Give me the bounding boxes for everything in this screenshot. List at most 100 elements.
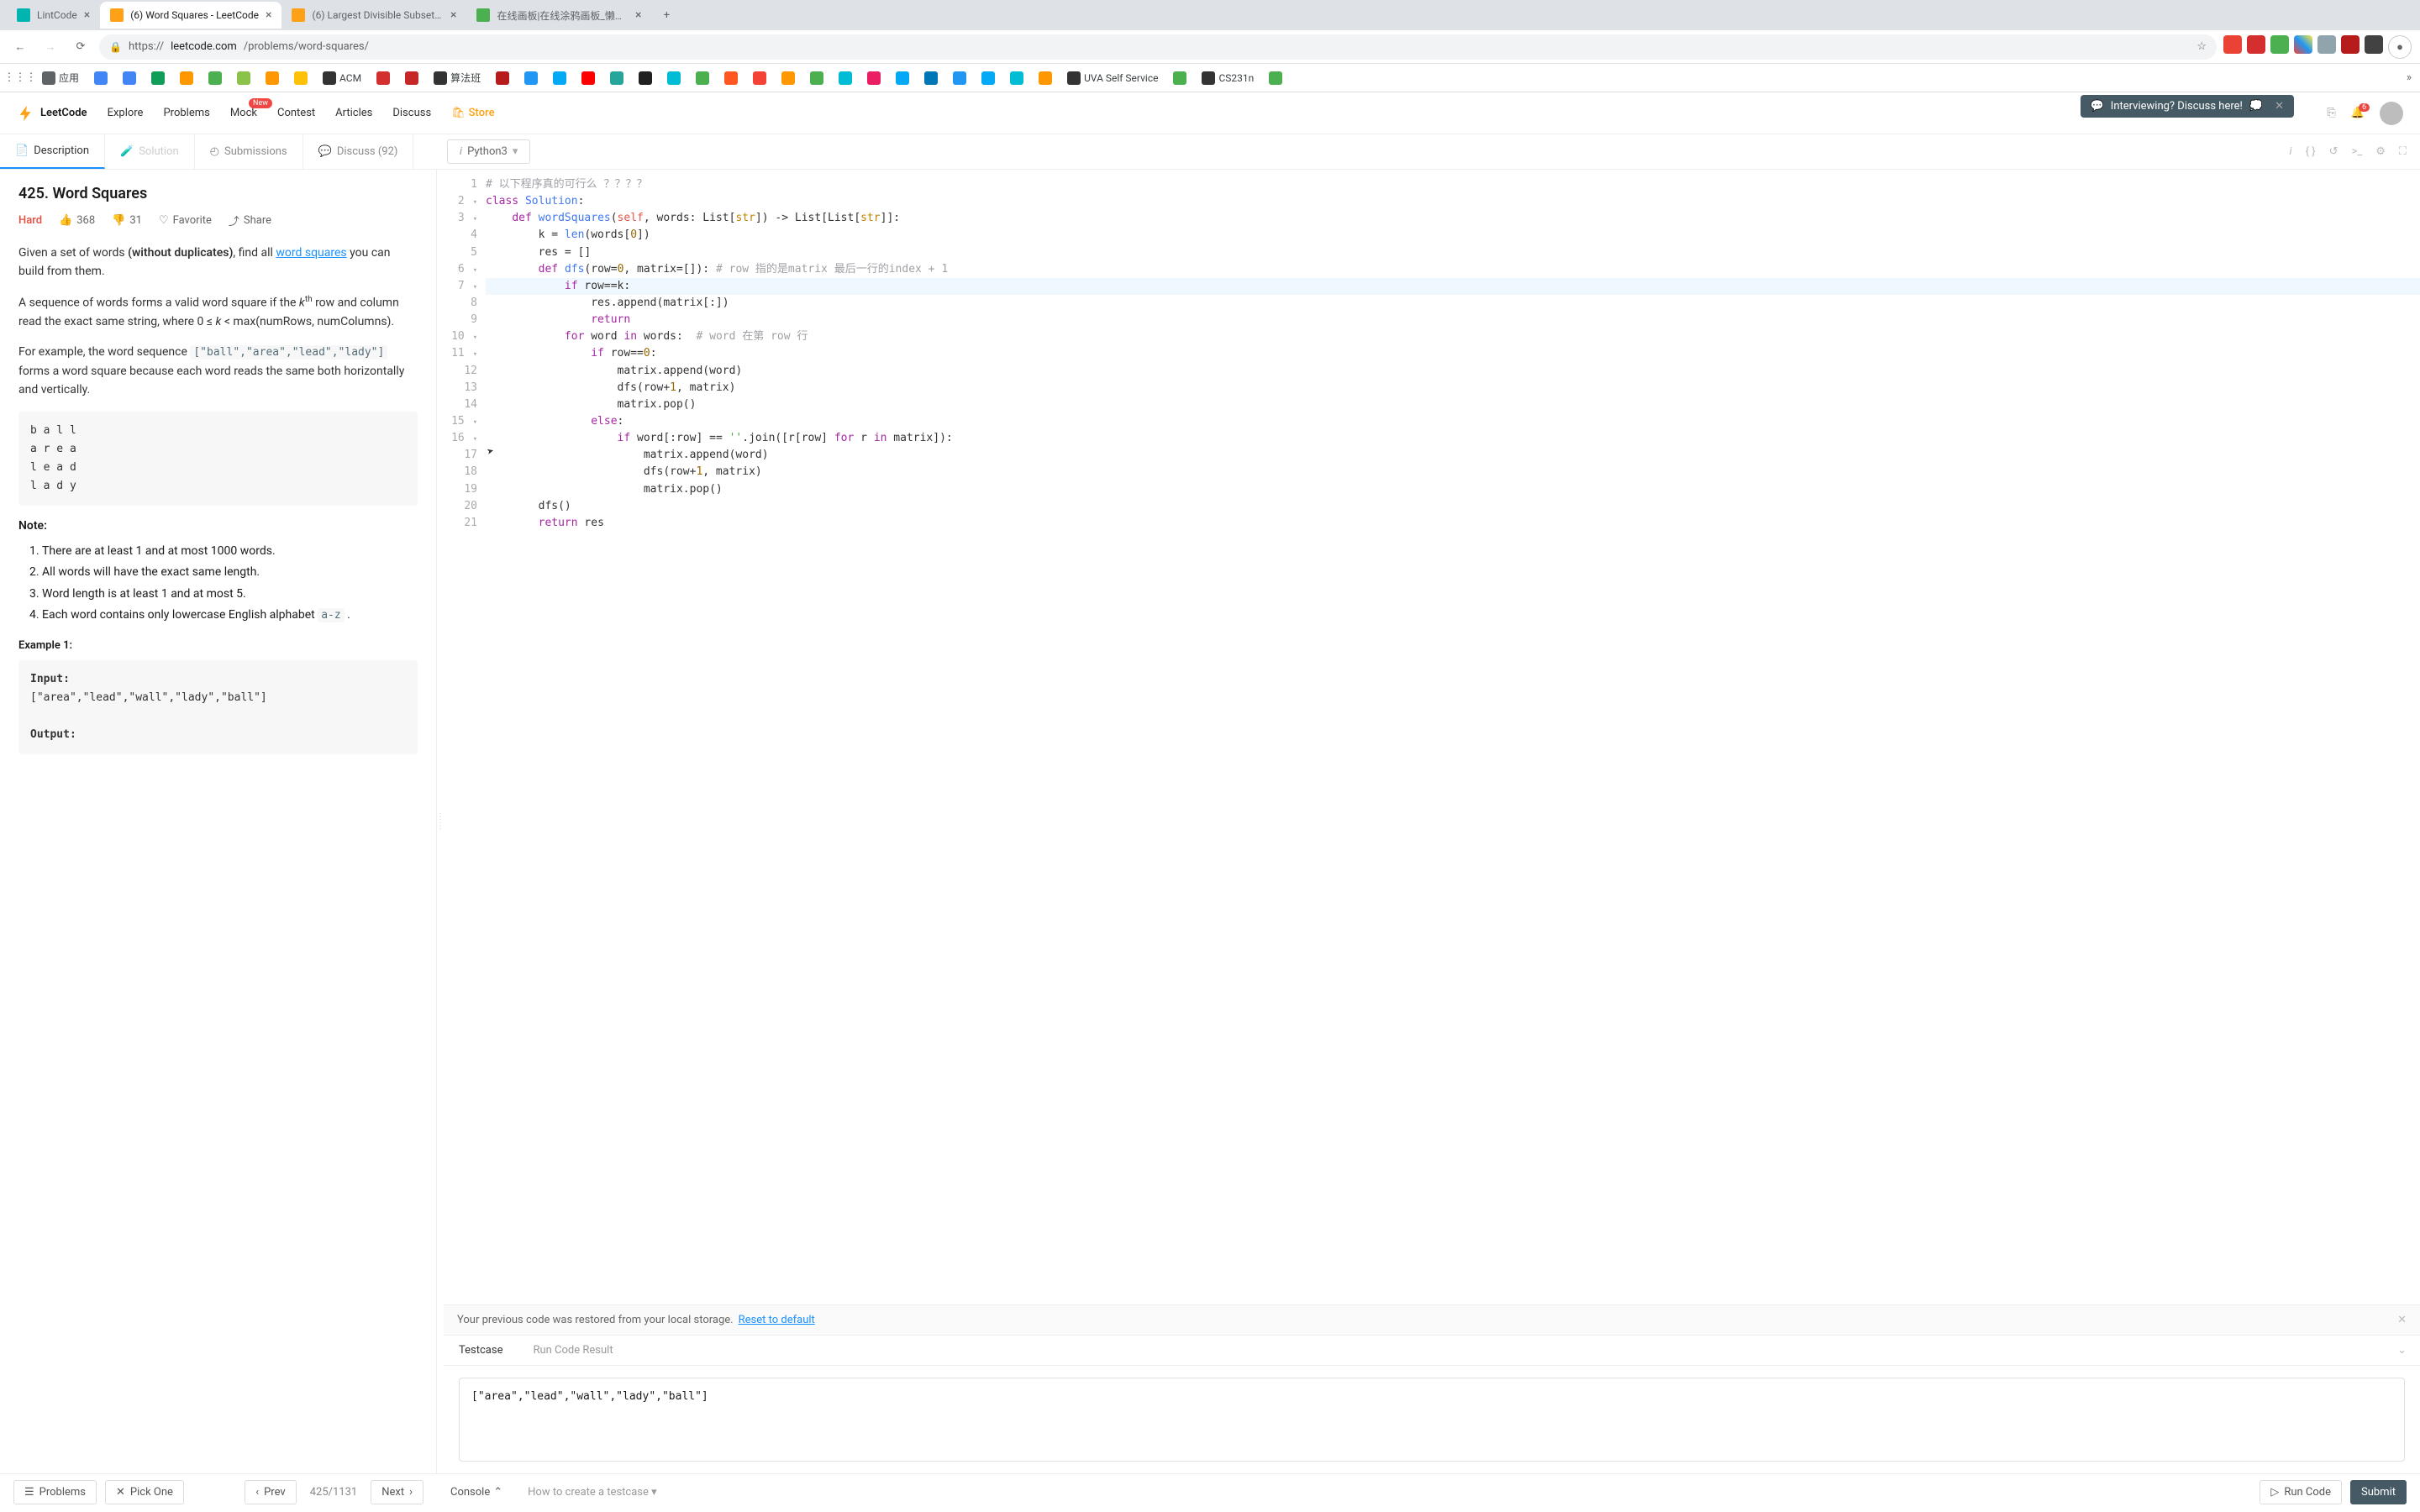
ext-icon[interactable]: [2341, 35, 2360, 54]
bookmark-item[interactable]: [576, 68, 600, 87]
ext-icon[interactable]: [2247, 35, 2265, 54]
bookmark-item[interactable]: [634, 68, 657, 87]
nav-articles[interactable]: Articles: [335, 107, 372, 119]
close-tab-icon[interactable]: ×: [266, 8, 271, 22]
word-squares-link[interactable]: word squares: [276, 246, 346, 260]
bookmark-item[interactable]: [175, 68, 198, 87]
ext-icon[interactable]: [2270, 35, 2289, 54]
run-result-tab[interactable]: Run Code Result: [518, 1336, 628, 1365]
language-selector[interactable]: i Python3 ▾: [447, 139, 530, 164]
apps-icon[interactable]: ⋮⋮⋮: [8, 66, 32, 90]
code-line[interactable]: k = len(words[0]): [486, 227, 2420, 244]
code-editor[interactable]: 12 ▾3 ▾456 ▾7 ▾8910 ▾11 ▾12131415 ▾16 ▾1…: [444, 170, 2420, 1305]
bookmark-item[interactable]: [691, 68, 714, 87]
bookmark-item[interactable]: 应用: [37, 68, 84, 87]
bookmark-item[interactable]: [805, 68, 829, 87]
howto-testcase-link[interactable]: How to create a testcase ▾: [528, 1486, 657, 1499]
code-line[interactable]: for word in words: # word 在第 row 行: [486, 328, 2420, 345]
undo-icon[interactable]: ↺: [2329, 145, 2338, 158]
bookmark-item[interactable]: [862, 68, 886, 87]
code-line[interactable]: def dfs(row=0, matrix=[]): # row 指的是matr…: [486, 261, 2420, 278]
run-code-button[interactable]: ▷Run Code: [2260, 1480, 2342, 1504]
nav-discuss[interactable]: Discuss: [392, 107, 431, 119]
tab-description[interactable]: 📄 Description: [0, 134, 105, 169]
close-tab-icon[interactable]: ×: [635, 8, 641, 22]
bookmark-item[interactable]: [891, 68, 914, 87]
code-line[interactable]: class Solution:: [486, 193, 2420, 210]
browser-tab[interactable]: (6) Largest Divisible Subset - L×: [281, 2, 466, 29]
bookmark-item[interactable]: [289, 68, 313, 87]
bookmark-item[interactable]: [976, 68, 1000, 87]
code-line[interactable]: return res: [486, 515, 2420, 532]
bookmark-item[interactable]: [1034, 68, 1057, 87]
testcase-tab[interactable]: Testcase: [444, 1336, 518, 1365]
problems-button[interactable]: ☰Problems: [13, 1480, 97, 1504]
bookmark-item[interactable]: [776, 68, 800, 87]
star-icon[interactable]: ☆: [2196, 40, 2207, 53]
code-line[interactable]: dfs(row+1, matrix): [486, 464, 2420, 480]
code-line[interactable]: if row==0:: [486, 345, 2420, 362]
browser-tab[interactable]: LintCode×: [7, 2, 100, 29]
bookmarks-overflow[interactable]: »: [2407, 71, 2412, 84]
nav-store[interactable]: 🛍Store: [451, 107, 494, 119]
bookmark-item[interactable]: [203, 68, 227, 87]
bookmark-item[interactable]: [232, 68, 255, 87]
close-banner-icon[interactable]: ✕: [2275, 100, 2284, 113]
ext-icon[interactable]: [2223, 35, 2242, 54]
forward-button[interactable]: →: [39, 35, 62, 59]
close-tab-icon[interactable]: ×: [84, 8, 90, 22]
collapse-results-icon[interactable]: ⌄: [2384, 1336, 2420, 1365]
ext-icon[interactable]: [2365, 35, 2383, 54]
close-tab-icon[interactable]: ×: [450, 8, 456, 22]
testcase-input[interactable]: ["area","lead","wall","lady","ball"]: [459, 1378, 2405, 1462]
bookmark-item[interactable]: [605, 68, 629, 87]
bookmark-item[interactable]: [834, 68, 857, 87]
bookmark-item[interactable]: UVA Self Service: [1062, 68, 1163, 87]
close-restore-icon[interactable]: ✕: [2397, 1314, 2407, 1326]
bookmark-item[interactable]: CS231n: [1197, 68, 1259, 87]
bookmark-item[interactable]: [1168, 68, 1192, 87]
browser-tab[interactable]: 在线画板|在线涂鸦画板_懒人程×: [466, 2, 651, 29]
reset-to-default-link[interactable]: Reset to default: [739, 1314, 815, 1326]
code-line[interactable]: res = []: [486, 244, 2420, 261]
notifications-icon[interactable]: 🔔6: [2351, 107, 2365, 119]
nav-explore[interactable]: Explore: [108, 107, 144, 119]
ext-icon[interactable]: [2317, 35, 2336, 54]
code-line[interactable]: # 以下程序真的可行么 ？？？？: [486, 176, 2420, 193]
bookmark-item[interactable]: [118, 68, 141, 87]
share-button[interactable]: ⤴Share: [229, 213, 271, 228]
bookmark-item[interactable]: [371, 68, 395, 87]
next-button[interactable]: Next›: [371, 1480, 424, 1504]
profile-icon[interactable]: ●: [2388, 35, 2412, 59]
settings-icon[interactable]: ⚙: [2375, 145, 2386, 158]
tab-discuss[interactable]: 💬 Discuss (92): [303, 134, 414, 169]
user-avatar[interactable]: [2380, 102, 2403, 125]
notes-icon[interactable]: i: [2290, 145, 2292, 158]
bookmark-item[interactable]: [519, 68, 543, 87]
ext-icon[interactable]: [2294, 35, 2312, 54]
interview-banner[interactable]: 💬 Interviewing? Discuss here! 💭 ✕: [2081, 95, 2294, 118]
like-button[interactable]: 👍368: [59, 214, 95, 227]
browser-tab[interactable]: (6) Word Squares - LeetCode×: [100, 2, 281, 29]
code-line[interactable]: matrix.pop(): [486, 396, 2420, 413]
code-line[interactable]: def wordSquares(self, words: List[str]) …: [486, 210, 2420, 227]
bookmark-item[interactable]: [400, 68, 424, 87]
pane-splitter[interactable]: ⋮⋮: [437, 170, 444, 1473]
reload-button[interactable]: ⟳: [69, 35, 92, 59]
code-line[interactable]: matrix.append(word): [486, 363, 2420, 380]
code-line[interactable]: dfs(): [486, 498, 2420, 515]
bookmark-item[interactable]: [548, 68, 571, 87]
bookmark-item[interactable]: [146, 68, 170, 87]
brackets-icon[interactable]: { }: [2306, 145, 2316, 158]
console-toggle[interactable]: Console ⌃: [450, 1486, 502, 1499]
nav-contest[interactable]: Contest: [277, 107, 315, 119]
tab-solution[interactable]: 🧪 Solution: [105, 134, 195, 169]
code-line[interactable]: else:: [486, 413, 2420, 430]
bookmark-item[interactable]: [719, 68, 743, 87]
editor-new-icon[interactable]: ⎘: [2327, 107, 2335, 119]
favorite-button[interactable]: ♡Favorite: [159, 214, 212, 227]
bookmark-item[interactable]: [948, 68, 971, 87]
nav-problems[interactable]: Problems: [163, 107, 209, 119]
code-line[interactable]: return: [486, 312, 2420, 328]
bookmark-item[interactable]: [662, 68, 686, 87]
